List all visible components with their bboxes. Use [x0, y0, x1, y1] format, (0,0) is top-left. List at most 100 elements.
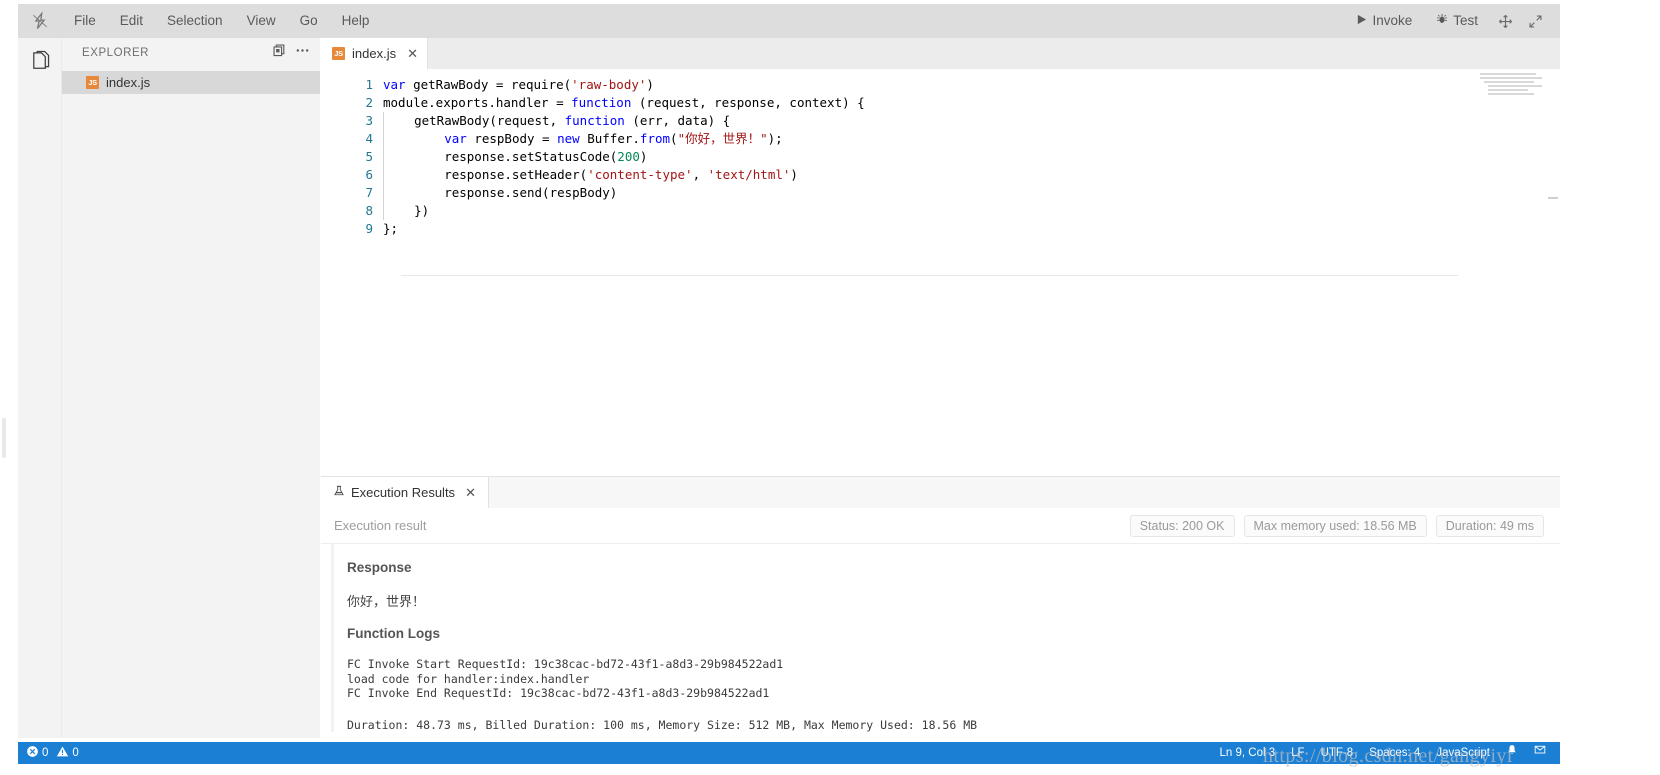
- tab-index-js[interactable]: JS index.js ✕: [321, 38, 428, 69]
- minimap[interactable]: [1480, 73, 1544, 99]
- code-token: response.send(respBody): [384, 185, 618, 200]
- execution-result-content: Response 你好，世界！ Function Logs FC Invoke …: [331, 544, 1560, 732]
- menu-item-view[interactable]: View: [235, 4, 288, 38]
- code-token: (request, response, context) {: [631, 95, 865, 110]
- panel-tab-bar: Execution Results ✕: [321, 477, 1560, 508]
- explorer-sidebar: EXPLORER JS index.js: [62, 38, 320, 738]
- line-number: 9: [365, 221, 373, 236]
- code-current-block-underline: [401, 275, 1458, 276]
- code-line-list: 1 var getRawBody = require('raw-body') 2 mo…: [321, 76, 1560, 238]
- menu-item-file[interactable]: File: [62, 4, 108, 38]
- line-number: 1: [365, 77, 373, 92]
- close-icon[interactable]: ✕: [465, 485, 476, 501]
- code-token: ): [646, 77, 654, 92]
- scrollbar-marker[interactable]: [1548, 197, 1558, 199]
- line-number: 5: [365, 149, 373, 164]
- bell-icon[interactable]: [1498, 742, 1526, 764]
- code-editor[interactable]: 1 var getRawBody = require('raw-body') 2 mo…: [321, 69, 1560, 476]
- status-problems[interactable]: 0 0: [18, 745, 79, 761]
- tab-execution-results[interactable]: Execution Results ✕: [321, 477, 489, 508]
- code-token: module.exports.handler =: [383, 95, 572, 110]
- left-gutter: [0, 38, 18, 738]
- expand-icon[interactable]: [1520, 4, 1550, 38]
- code-token: 'content-type': [587, 167, 693, 182]
- minimap-row: [1488, 89, 1528, 91]
- max-memory-badge: Max memory used: 18.56 MB: [1243, 514, 1427, 537]
- status-badge: Status: 200 OK: [1129, 514, 1235, 537]
- close-icon[interactable]: ✕: [407, 46, 418, 62]
- code-token: Buffer.: [587, 131, 640, 146]
- right-gutter: [1642, 0, 1660, 775]
- test-button[interactable]: Test: [1424, 4, 1490, 38]
- file-name-label: index.js: [106, 75, 151, 90]
- minimap-row: [1488, 93, 1534, 95]
- warning-triangle-icon: [56, 745, 69, 761]
- status-language-mode[interactable]: JavaScript: [1428, 742, 1498, 764]
- app-root: File Edit Selection View Go Help Invoke: [0, 0, 1660, 775]
- code-token: );: [767, 131, 783, 146]
- code-line-content: var respBody = new Buffer.from("你好，世界！")…: [383, 130, 783, 148]
- code-token: var: [383, 77, 414, 92]
- code-line-content: };: [383, 220, 398, 238]
- js-file-icon: JS: [332, 47, 345, 60]
- code-line: 8 }): [321, 202, 1560, 220]
- menu-item-edit[interactable]: Edit: [108, 4, 155, 38]
- menu-item-help[interactable]: Help: [330, 4, 382, 38]
- code-token: response.setStatusCode(: [384, 149, 618, 164]
- function-logs-text: FC Invoke Start RequestId: 19c38cac-bd72…: [347, 657, 784, 700]
- code-line: 4 var respBody = new Buffer.from("你好，世界！…: [321, 130, 1560, 148]
- tab-label: index.js: [352, 46, 397, 61]
- new-file-icon[interactable]: [272, 43, 287, 63]
- error-count: 0: [42, 747, 49, 759]
- scrollbar-thumb[interactable]: [2, 418, 6, 458]
- fc-logo-icon: [18, 4, 62, 38]
- flask-icon: [333, 485, 345, 500]
- code-token: getRawBody = require(: [413, 77, 572, 92]
- bottom-panel: Execution Results ✕ Execution result Sta…: [321, 476, 1560, 739]
- code-line-content: response.setHeader('content-type', 'text…: [383, 166, 798, 184]
- code-token: 'text/html': [707, 167, 791, 182]
- invoke-button[interactable]: Invoke: [1344, 4, 1424, 38]
- status-bar: 0 0 Ln 9, Col 3 LF UTF-8 Spaces: 4 JavaS…: [18, 742, 1560, 764]
- file-list: JS index.js: [62, 71, 320, 94]
- sidebar-item-explorer[interactable]: [18, 38, 62, 84]
- line-number: 4: [365, 131, 373, 146]
- menu-actions: Invoke Test: [1344, 4, 1560, 38]
- test-button-label: Test: [1453, 13, 1478, 28]
- more-actions-icon[interactable]: [295, 43, 310, 63]
- status-right-items: Ln 9, Col 3 LF UTF-8 Spaces: 4 JavaScrip…: [1212, 742, 1560, 764]
- code-line: 1 var getRawBody = require('raw-body'): [321, 76, 1560, 94]
- code-line: 6 response.setHeader('content-type', 'te…: [321, 166, 1560, 184]
- sidebar-header-actions: [272, 43, 310, 63]
- code-token: (: [670, 131, 678, 146]
- execution-badges: Status: 200 OK Max memory used: 18.56 MB…: [1129, 514, 1544, 537]
- code-token: ): [790, 167, 798, 182]
- move-icon[interactable]: [1490, 4, 1520, 38]
- code-token: respBody =: [474, 131, 558, 146]
- status-encoding[interactable]: UTF-8: [1313, 742, 1362, 764]
- function-logs-heading: Function Logs: [347, 626, 440, 641]
- menu-item-go[interactable]: Go: [288, 4, 330, 38]
- minimap-row: [1480, 77, 1542, 79]
- list-item[interactable]: JS index.js: [62, 71, 320, 94]
- panel-body: Execution result Status: 200 OK Max memo…: [321, 508, 1560, 739]
- menu-item-list: File Edit Selection View Go Help: [62, 4, 381, 38]
- menu-item-selection[interactable]: Selection: [155, 4, 235, 38]
- editor-region: JS index.js ✕ 1 var getRawBody = require(…: [321, 38, 1560, 739]
- code-token: ): [639, 149, 648, 164]
- code-line-content: getRawBody(request, function (err, data)…: [383, 112, 730, 130]
- line-number: 7: [365, 185, 373, 200]
- code-line: 2 module.exports.handler = function (requ…: [321, 94, 1560, 112]
- sidebar-title: EXPLORER: [82, 47, 150, 59]
- status-eol[interactable]: LF: [1283, 742, 1312, 764]
- minimap-row: [1488, 85, 1542, 87]
- code-token: getRawBody(request,: [384, 113, 565, 128]
- duration-badge: Duration: 49 ms: [1435, 514, 1544, 537]
- code-token: ,: [692, 167, 708, 182]
- menu-bar: File Edit Selection View Go Help Invoke: [18, 4, 1560, 38]
- activity-bar: [18, 38, 62, 738]
- minimap-row: [1484, 81, 1534, 83]
- feedback-icon[interactable]: [1526, 742, 1554, 764]
- status-indentation[interactable]: Spaces: 4: [1361, 742, 1428, 764]
- status-cursor-position[interactable]: Ln 9, Col 3: [1212, 742, 1284, 764]
